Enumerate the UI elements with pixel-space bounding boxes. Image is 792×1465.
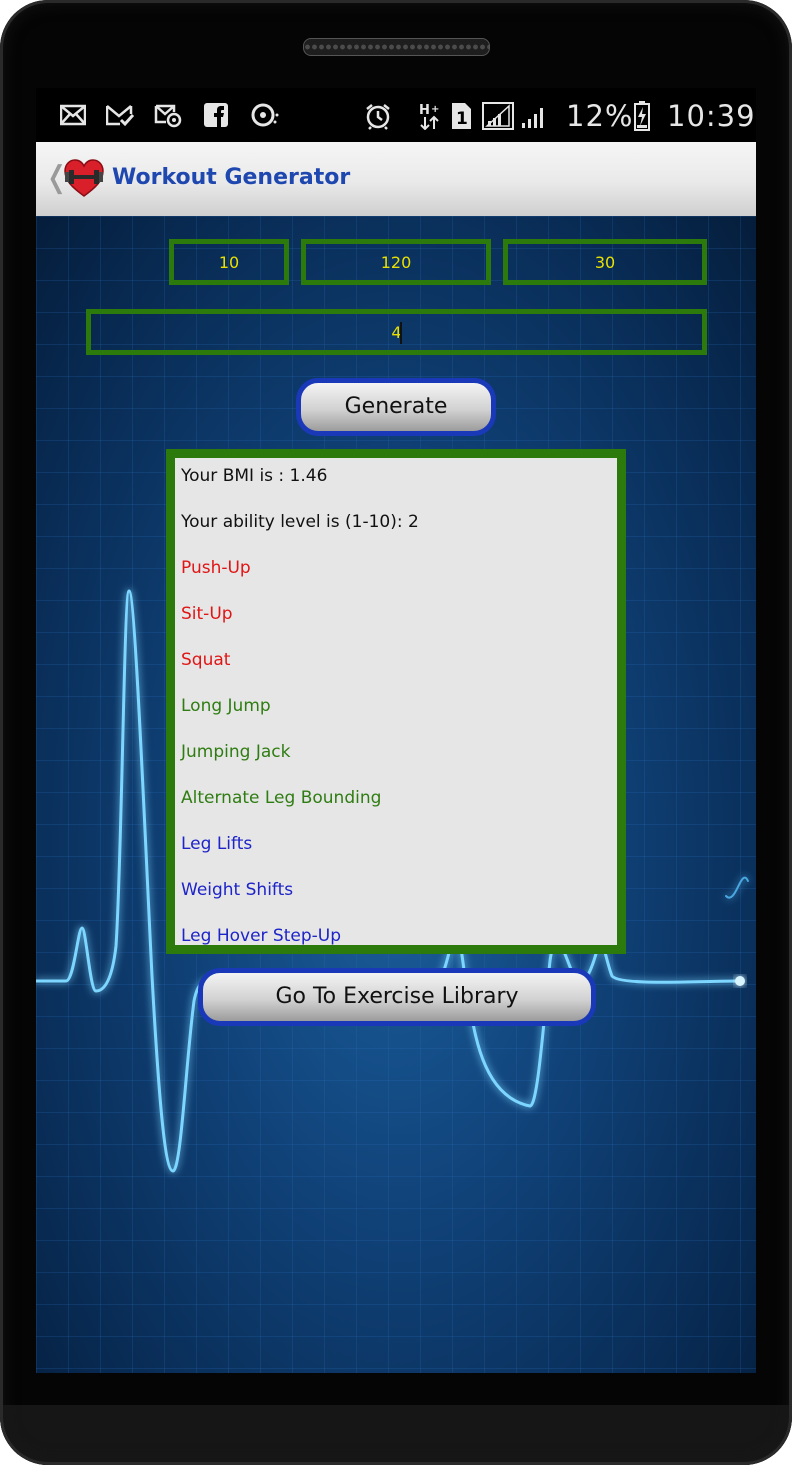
- exercise-item: Jumping Jack: [181, 742, 291, 762]
- hplus-data-icon: H +: [418, 102, 442, 130]
- svg-text:+: +: [431, 104, 439, 115]
- exercise-item: Leg Lifts: [181, 834, 253, 854]
- battery-icon: [634, 101, 650, 131]
- signal-1-icon: [482, 102, 514, 130]
- app-title: Workout Generator: [112, 165, 351, 190]
- exercise-item: Leg Hover Step-Up: [181, 926, 341, 946]
- bmi-text: Your BMI is : 1.46: [181, 466, 328, 486]
- generate-button[interactable]: Generate: [296, 378, 496, 436]
- clock-time: 10:39: [667, 99, 756, 133]
- exercise-item: Long Jump: [181, 696, 271, 716]
- text-cursor: [400, 322, 402, 344]
- input-field-4[interactable]: [86, 309, 707, 355]
- signal-2-icon: [520, 102, 548, 130]
- exercise-item: Sit-Up: [181, 604, 233, 624]
- status-bar: H + 1 12% 10:39: [36, 88, 756, 142]
- input-field-3[interactable]: [503, 239, 707, 285]
- device-screen: H + 1 12% 10:39 ❬ Workout Generator 10 1…: [36, 88, 756, 1373]
- exercise-library-button[interactable]: Go To Exercise Library: [198, 968, 596, 1026]
- results-panel: Your BMI is : 1.46 Your ability level is…: [166, 449, 626, 954]
- phone-frame: H + 1 12% 10:39 ❬ Workout Generator 10 1…: [0, 0, 792, 1465]
- phone-bottom-bezel: [0, 1405, 792, 1465]
- exercise-item: Push-Up: [181, 558, 251, 578]
- exercise-item: Alternate Leg Bounding: [181, 788, 382, 808]
- email-icon: [60, 102, 86, 130]
- ability-text: Your ability level is (1-10): 2: [181, 512, 419, 532]
- sim-1-icon: 1: [450, 102, 472, 130]
- email-check-icon: [106, 102, 134, 130]
- input-field-2[interactable]: [301, 239, 491, 285]
- alarm-icon: [364, 102, 392, 130]
- heart-dumbbell-logo[interactable]: [63, 158, 105, 198]
- exercise-item: Squat: [181, 650, 231, 670]
- sim-number-text: 1: [456, 109, 468, 129]
- content-area: Generate Your BMI is : 1.46 Your ability…: [36, 216, 756, 1373]
- input-field-1[interactable]: [169, 239, 289, 285]
- sync-icon: [250, 102, 280, 130]
- facebook-icon: [203, 102, 229, 130]
- battery-percent: 12%: [566, 99, 634, 133]
- email-at-icon: [154, 102, 182, 130]
- exercise-item: Weight Shifts: [181, 880, 294, 900]
- svg-text:H: H: [419, 103, 430, 118]
- action-bar: ❬ Workout Generator: [36, 142, 756, 217]
- phone-speaker: [303, 38, 490, 56]
